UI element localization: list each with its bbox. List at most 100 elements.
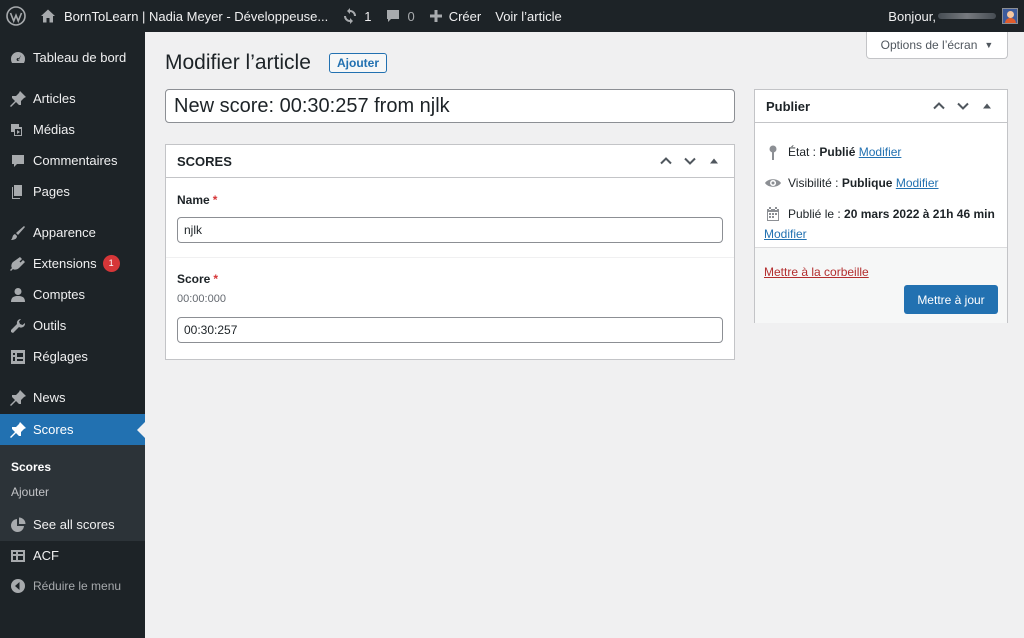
- sidebar-item-appearance[interactable]: Apparence: [0, 217, 145, 248]
- sidebar-item-label: Extensions: [33, 256, 97, 271]
- sidebar-item-see-all-scores[interactable]: See all scores: [0, 509, 145, 540]
- chevron-down-icon: [957, 102, 969, 110]
- sidebar-item-label: Outils: [33, 318, 67, 333]
- score-field-label: Score *: [177, 272, 723, 286]
- new-content-link[interactable]: Créer: [422, 0, 489, 32]
- chevron-up-icon: [933, 102, 945, 110]
- post-status-row: État : Publié Modifier: [764, 145, 901, 161]
- published-label: Publié le :: [788, 207, 841, 221]
- collapse-label: Réduire le menu: [33, 578, 122, 593]
- move-up-button[interactable]: [927, 94, 951, 118]
- view-post-link[interactable]: Voir l’article: [488, 0, 568, 32]
- screen-options-button[interactable]: Options de l’écran ▼: [866, 32, 1008, 59]
- plugin-icon: [8, 254, 28, 274]
- move-to-trash-link[interactable]: Mettre à la corbeille: [764, 265, 869, 279]
- edit-status-link[interactable]: Modifier: [859, 145, 902, 159]
- sidebar-item-media[interactable]: Médias: [0, 114, 145, 145]
- add-new-button[interactable]: Ajouter: [329, 53, 387, 73]
- status-label: État :: [788, 145, 817, 159]
- my-account[interactable]: Bonjour,: [888, 8, 1024, 24]
- visibility-value: Publique: [841, 176, 893, 190]
- updates-link[interactable]: 1: [335, 0, 378, 32]
- toggle-panel-button[interactable]: [975, 94, 999, 118]
- required-marker: *: [213, 272, 219, 286]
- sidebar-item-label: Médias: [33, 122, 75, 137]
- sidebar-item-label: Articles: [33, 91, 76, 106]
- name-label-text: Name: [177, 193, 210, 207]
- score-field: Score * 00:00:000 00:30:257: [166, 258, 734, 343]
- publish-actions: Mettre à la corbeille Mettre à jour: [755, 247, 1007, 323]
- wrench-icon: [8, 316, 28, 336]
- score-field-description: 00:00:000: [177, 293, 226, 305]
- pin-icon: [8, 388, 28, 408]
- grid-icon: [8, 546, 28, 566]
- published-date: 20 mars 2022 à 21h 46 min: [844, 207, 995, 221]
- admin-bar: BornToLearn | Nadia Meyer - Développeuse…: [0, 0, 1024, 32]
- calendar-icon: [764, 206, 782, 222]
- home-icon: [41, 9, 55, 23]
- name-field-label: Name *: [177, 193, 723, 207]
- new-label: Créer: [448, 8, 482, 24]
- site-name-link[interactable]: BornToLearn | Nadia Meyer - Développeuse…: [33, 0, 335, 32]
- scores-metabox-title: SCORES: [177, 153, 232, 169]
- comments-link[interactable]: 0: [378, 0, 421, 32]
- brush-icon: [8, 223, 28, 243]
- sidebar-item-extensions[interactable]: Extensions 1: [0, 248, 145, 279]
- key-icon: [764, 145, 782, 161]
- sidebar-item-settings[interactable]: Réglages: [0, 341, 145, 372]
- settings-icon: [8, 347, 28, 367]
- sidebar-item-dashboard[interactable]: Tableau de bord: [0, 42, 145, 73]
- visibility-label: Visibilité :: [788, 176, 839, 190]
- triangle-up-icon: [710, 158, 718, 164]
- sidebar-item-tools[interactable]: Outils: [0, 310, 145, 341]
- publish-date-row: Publié le : 20 mars 2022 à 21h 46 min Mo…: [764, 206, 995, 241]
- sidebar-item-scores[interactable]: Scores: [0, 414, 145, 445]
- chart-pie-icon: [8, 515, 28, 535]
- submenu-item-add[interactable]: Ajouter: [0, 480, 145, 505]
- scores-metabox: SCORES Name * njlk Score * 00:00:000 00:30…: [165, 144, 735, 360]
- sidebar-item-pages[interactable]: Pages: [0, 176, 145, 207]
- user-icon: [8, 285, 28, 305]
- greeting: Bonjour,: [888, 8, 936, 24]
- sidebar-item-label: Commentaires: [33, 153, 118, 168]
- media-icon: [8, 120, 28, 140]
- triangle-up-icon: [983, 103, 991, 109]
- avatar[interactable]: [1002, 8, 1018, 24]
- sidebar-item-label: News: [33, 390, 66, 405]
- toggle-panel-button[interactable]: [702, 149, 726, 173]
- sidebar-item-comments[interactable]: Commentaires: [0, 145, 145, 176]
- chevron-down-icon: [684, 157, 696, 165]
- move-down-button[interactable]: [678, 149, 702, 173]
- sidebar-item-articles[interactable]: Articles: [0, 83, 145, 114]
- plus-icon: [429, 10, 442, 22]
- update-count-badge: 1: [102, 255, 120, 272]
- score-input[interactable]: 00:30:257: [177, 317, 723, 343]
- wordpress-logo-icon[interactable]: [0, 0, 33, 32]
- sidebar-item-acf[interactable]: ACF: [0, 540, 145, 571]
- sidebar-item-label: ACF: [33, 548, 59, 563]
- sidebar-item-users[interactable]: Comptes: [0, 279, 145, 310]
- submenu-item-scores[interactable]: Scores: [0, 455, 145, 480]
- edit-date-link[interactable]: Modifier: [764, 227, 995, 241]
- sidebar-item-news[interactable]: News: [0, 382, 145, 413]
- pin-icon: [8, 89, 28, 109]
- sidebar-item-label: See all scores: [33, 517, 115, 532]
- publish-metabox: Publier État : Publié Modifier Visibilit…: [754, 89, 1008, 323]
- update-button[interactable]: Mettre à jour: [904, 285, 998, 314]
- name-input[interactable]: njlk: [177, 217, 723, 243]
- refresh-icon: [344, 8, 357, 24]
- move-up-button[interactable]: [654, 149, 678, 173]
- move-down-button[interactable]: [951, 94, 975, 118]
- chevron-up-icon: [660, 157, 672, 165]
- pin-icon: [8, 420, 28, 440]
- collapse-icon: [8, 576, 28, 596]
- edit-visibility-link[interactable]: Modifier: [896, 176, 939, 190]
- eye-icon: [764, 176, 782, 190]
- blurred-username: [938, 13, 996, 19]
- score-label-text: Score: [177, 272, 211, 286]
- post-title-input[interactable]: New score: 00:30:257 from njlk: [165, 89, 735, 123]
- caret-down-icon: ▼: [984, 40, 994, 50]
- sidebar-item-label: Comptes: [33, 287, 86, 302]
- publish-metabox-title: Publier: [766, 98, 811, 114]
- collapse-menu-button[interactable]: Réduire le menu: [0, 570, 145, 601]
